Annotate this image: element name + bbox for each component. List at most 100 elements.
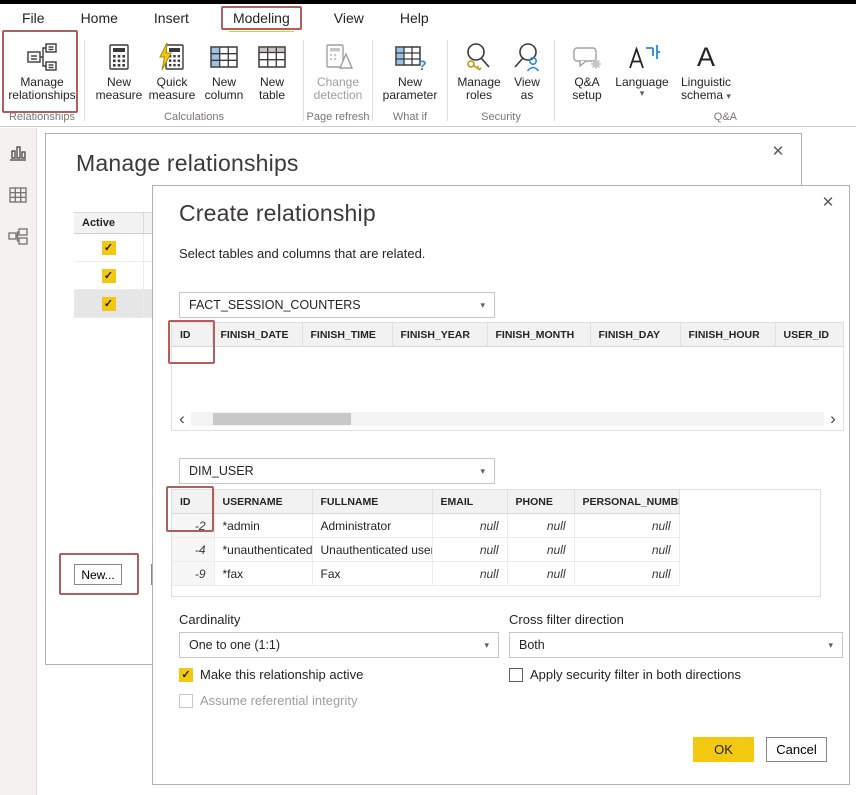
- scroll-right-icon[interactable]: ›: [826, 410, 840, 428]
- active-column-header: Active: [74, 213, 144, 233]
- active-checkbox[interactable]: ✓: [102, 269, 116, 283]
- ok-button[interactable]: OK: [693, 737, 754, 762]
- cross-filter-label: Cross filter direction: [509, 612, 624, 627]
- cell-id: -9: [172, 562, 214, 586]
- linguistic-schema-label: Linguistic schema ▾: [675, 76, 737, 102]
- chevron-down-icon: ▾: [480, 467, 485, 476]
- language-icon: [624, 38, 660, 76]
- cardinality-dropdown[interactable]: One to one (1:1) ▾: [179, 632, 499, 658]
- column-header-phone[interactable]: PHONE: [507, 490, 574, 514]
- active-checkbox[interactable]: ✓: [102, 297, 116, 311]
- manage-relationships-button[interactable]: Manage relationships: [2, 37, 82, 103]
- scroll-left-icon[interactable]: ‹: [175, 410, 189, 428]
- column-header-finish-hour[interactable]: FINISH_HOUR: [680, 323, 775, 347]
- change-detection-button: Change detection: [307, 37, 369, 103]
- model-view-icon[interactable]: [7, 226, 29, 248]
- from-table-value: FACT_SESSION_COUNTERS: [189, 298, 361, 312]
- menu-insert[interactable]: Insert: [150, 7, 193, 29]
- close-icon[interactable]: ✕: [817, 192, 839, 214]
- unchecked-checkbox-icon[interactable]: [509, 668, 523, 682]
- cell-fullname: Unauthenticated user: [312, 538, 432, 562]
- column-header-finish-time[interactable]: FINISH_TIME: [302, 323, 392, 347]
- create-relationship-dialog: Create relationship ✕ Select tables and …: [152, 185, 850, 785]
- view-sidebar: [0, 128, 37, 795]
- group-label-page-refresh: Page refresh: [304, 111, 372, 126]
- new-parameter-button[interactable]: ? New parameter: [378, 37, 442, 103]
- chevron-down-icon: ▾: [484, 641, 489, 650]
- from-table-dropdown[interactable]: FACT_SESSION_COUNTERS ▾: [179, 292, 495, 318]
- new-parameter-icon: ?: [393, 38, 427, 76]
- table-row: -9 *fax Fax null null null: [172, 562, 679, 586]
- assume-referential-integrity-label: Assume referential integrity: [200, 693, 358, 708]
- column-header-fullname[interactable]: FULLNAME: [312, 490, 432, 514]
- new-column-icon: [208, 38, 240, 76]
- quick-measure-button[interactable]: Quick measure: [145, 37, 199, 103]
- horizontal-scrollbar[interactable]: ‹ ›: [172, 408, 843, 430]
- ribbon-group-page-refresh: Change detection Page refresh: [304, 32, 372, 126]
- change-detection-icon: [322, 38, 354, 76]
- linguistic-schema-button[interactable]: A Linguistic schema ▾: [673, 37, 739, 103]
- cell-personal-number: null: [574, 562, 679, 586]
- menu-view[interactable]: View: [330, 7, 368, 29]
- new-table-button[interactable]: New table: [249, 37, 295, 103]
- scrollbar-thumb[interactable]: [213, 413, 351, 425]
- column-header-finish-year[interactable]: FINISH_YEAR: [392, 323, 487, 347]
- cell-email: null: [432, 514, 507, 538]
- menu-help[interactable]: Help: [396, 7, 433, 29]
- to-table-header-row: ID USERNAME FULLNAME EMAIL PHONE PERSONA…: [172, 490, 679, 514]
- assume-referential-integrity-checkbox-row: Assume referential integrity: [179, 693, 358, 708]
- view-as-button[interactable]: View as: [505, 37, 549, 103]
- column-header-personal-number[interactable]: PERSONAL_NUMBER: [574, 490, 679, 514]
- change-detection-label: Change detection: [309, 76, 367, 102]
- cross-filter-dropdown[interactable]: Both ▾: [509, 632, 843, 658]
- to-table-dropdown[interactable]: DIM_USER ▾: [179, 458, 495, 484]
- column-header-user-id[interactable]: USER_ID: [775, 323, 843, 347]
- create-dialog-subtitle: Select tables and columns that are relat…: [179, 246, 425, 261]
- manage-roles-button[interactable]: Manage roles: [453, 37, 505, 103]
- cancel-button[interactable]: Cancel: [766, 737, 827, 762]
- scrollbar-track[interactable]: [191, 412, 824, 426]
- menu-file[interactable]: File: [18, 7, 49, 29]
- make-relationship-active-checkbox-row[interactable]: ✓ Make this relationship active: [179, 667, 363, 682]
- new-measure-button[interactable]: New measure: [93, 37, 145, 103]
- active-checkbox[interactable]: ✓: [102, 241, 116, 255]
- qa-setup-icon: [571, 38, 603, 76]
- to-table-value: DIM_USER: [189, 464, 254, 478]
- app-window: File Home Insert Modeling View Help: [0, 0, 856, 795]
- language-button[interactable]: Language ▾: [611, 37, 673, 99]
- column-header-email[interactable]: EMAIL: [432, 490, 507, 514]
- column-header-finish-date[interactable]: FINISH_DATE: [212, 323, 302, 347]
- manage-roles-icon: [463, 38, 495, 76]
- ribbon-group-qa: Q&A setup: [555, 32, 747, 126]
- qa-setup-button[interactable]: Q&A setup: [563, 37, 611, 103]
- cell-personal-number: null: [574, 538, 679, 562]
- disabled-checkbox-icon: [179, 694, 193, 708]
- ribbon-group-calculations: New measure: [85, 32, 303, 126]
- close-icon[interactable]: ✕: [767, 141, 789, 163]
- new-relationship-button[interactable]: New...: [74, 564, 122, 585]
- column-header-finish-month[interactable]: FINISH_MONTH: [487, 323, 590, 347]
- create-dialog-title: Create relationship: [179, 200, 376, 227]
- chevron-down-icon: ▾: [480, 301, 485, 310]
- checked-checkbox-icon[interactable]: ✓: [179, 668, 193, 682]
- cardinality-value: One to one (1:1): [189, 638, 280, 652]
- column-header-id[interactable]: ID: [172, 323, 212, 347]
- table-row: -2 *admin Administrator null null null: [172, 514, 679, 538]
- column-header-finish-day[interactable]: FINISH_DAY: [590, 323, 680, 347]
- make-relationship-active-label: Make this relationship active: [200, 667, 363, 682]
- cell-fullname: Administrator: [312, 514, 432, 538]
- column-header-id[interactable]: ID: [172, 490, 214, 514]
- manage-relationships-icon: [25, 38, 59, 76]
- new-column-button[interactable]: New column: [199, 37, 249, 103]
- report-view-icon[interactable]: [7, 142, 29, 164]
- manage-roles-label: Manage roles: [455, 76, 503, 102]
- group-label-security: Security: [448, 111, 554, 126]
- menu-modeling[interactable]: Modeling: [221, 6, 302, 30]
- data-view-icon[interactable]: [7, 184, 29, 206]
- cardinality-label: Cardinality: [179, 612, 240, 627]
- chevron-down-icon: ▾: [828, 641, 833, 650]
- group-label-relationships: Relationships: [0, 111, 84, 126]
- column-header-username[interactable]: USERNAME: [214, 490, 312, 514]
- apply-security-filter-checkbox-row[interactable]: Apply security filter in both directions: [509, 667, 741, 682]
- menu-home[interactable]: Home: [77, 7, 122, 29]
